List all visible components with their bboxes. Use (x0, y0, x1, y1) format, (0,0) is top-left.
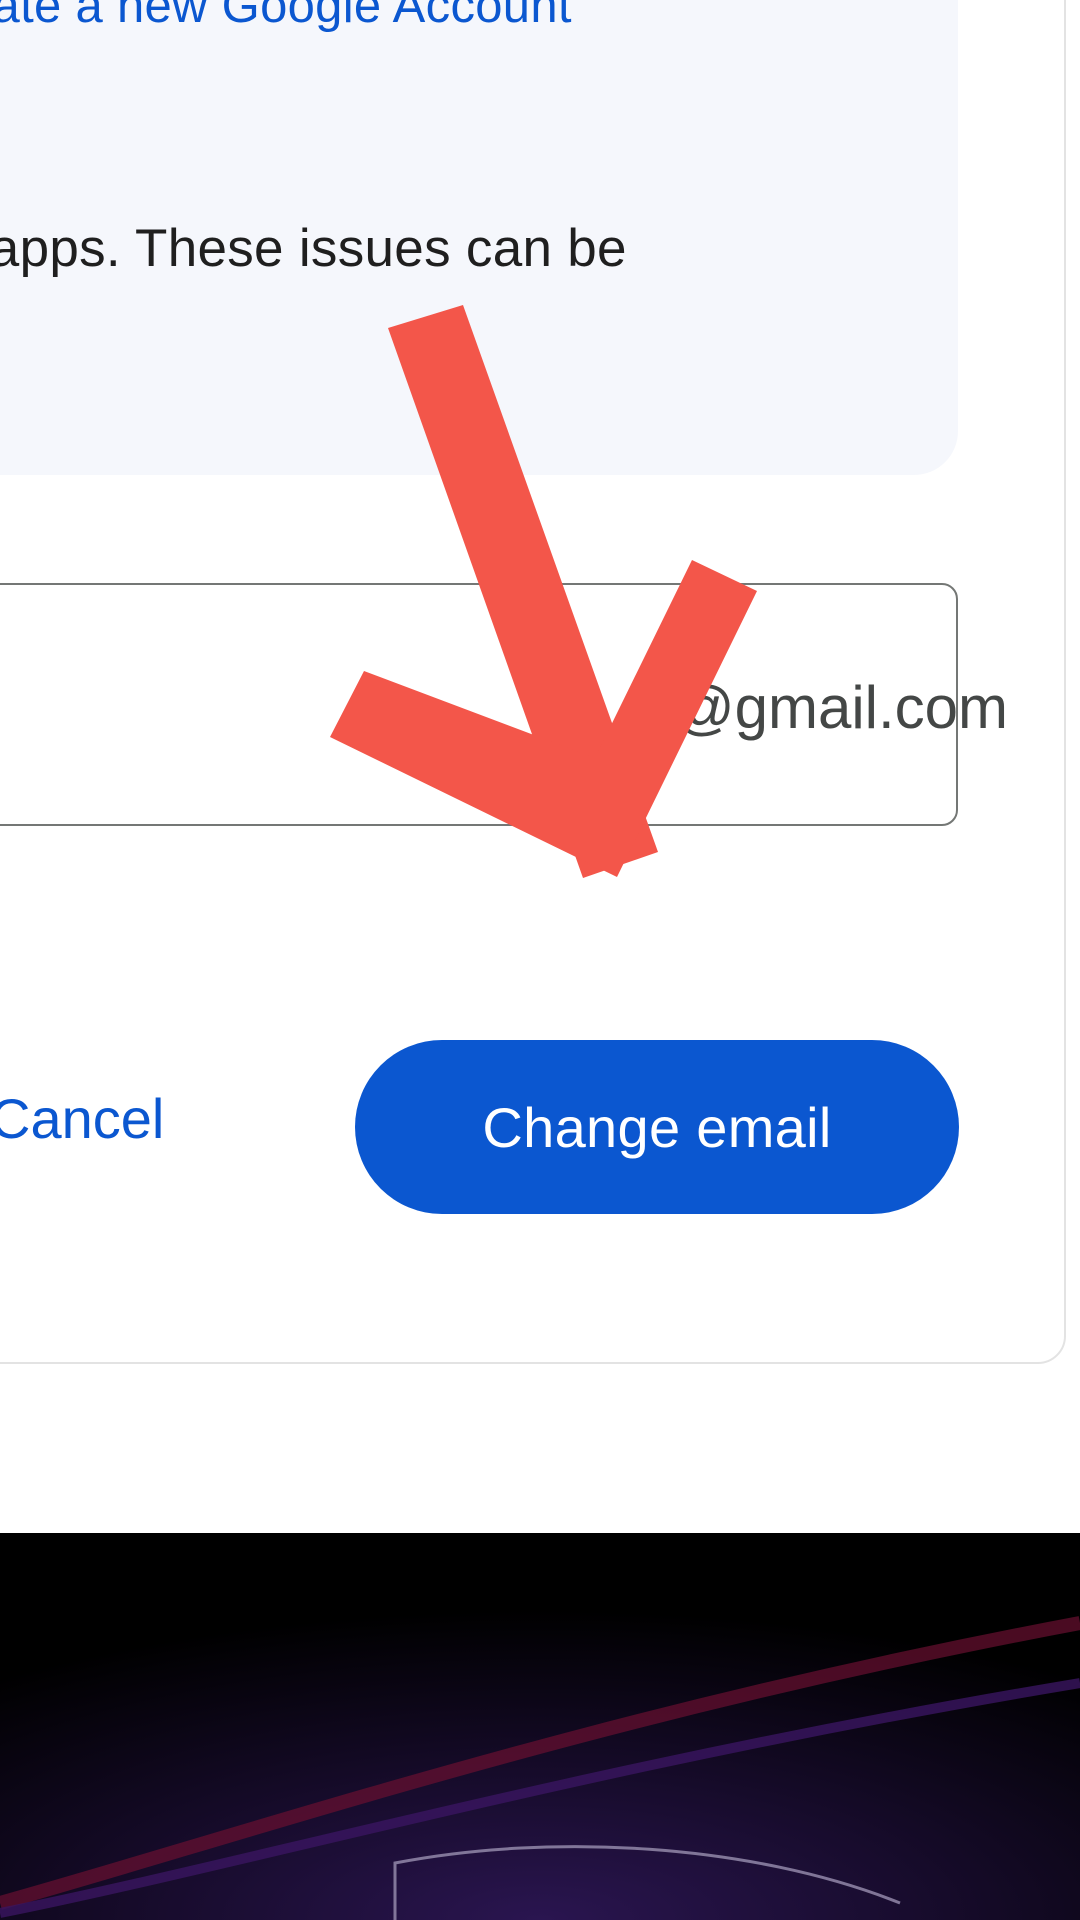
info-text-line-2: l. (0, 296, 627, 390)
info-text-line-1: e apps. These issues can be (0, 219, 627, 278)
cancel-button[interactable]: Cancel (0, 1086, 164, 1151)
page: eate a new Google Account e apps. These … (0, 0, 1080, 1920)
change-email-button[interactable]: Change email (355, 1040, 959, 1214)
create-account-link[interactable]: eate a new Google Account (0, 0, 572, 34)
email-domain-suffix: @gmail.com (673, 674, 1008, 741)
background-image (0, 1533, 1080, 1920)
info-text: e apps. These issues can be l. (0, 202, 627, 390)
background-decoration (0, 1533, 1080, 1920)
